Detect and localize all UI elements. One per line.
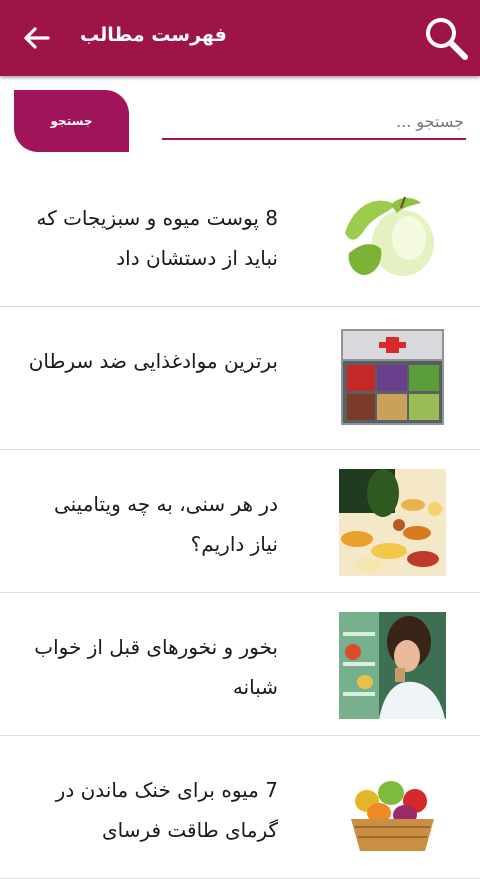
article-title: در هر سنی، به چه ویتامینی نیاز داریم؟	[53, 492, 278, 556]
list-item[interactable]: 7 میوه برای خنک ماندن در گرمای طاقت فرسا…	[0, 736, 480, 879]
search-input[interactable]	[162, 104, 466, 140]
article-title: برترین موادغذایی ضد سرطان	[28, 349, 278, 373]
list-item[interactable]: در هر سنی، به چه ویتامینی نیاز داریم؟	[0, 450, 480, 593]
page-title: فهرست مطالب	[80, 24, 227, 46]
woman-at-fridge-image	[339, 612, 446, 719]
search-row: جستجو	[0, 76, 480, 164]
article-title: بخور و نخورهای قبل از خواب شبانه	[34, 635, 278, 699]
article-title: 8 پوست میوه و سبزیجات که نباید از دستشان…	[36, 206, 278, 270]
peeled-apple-image	[339, 183, 446, 290]
list-item[interactable]: بخور و نخورهای قبل از خواب شبانه	[0, 593, 480, 736]
list-item[interactable]: برترین موادغذایی ضد سرطان	[0, 307, 480, 450]
list-item[interactable]: 8 پوست میوه و سبزیجات که نباید از دستشان…	[0, 164, 480, 307]
article-title: 7 میوه برای خنک ماندن در گرمای طاقت فرسا…	[55, 778, 278, 842]
article-list: 8 پوست میوه و سبزیجات که نباید از دستشان…	[0, 164, 480, 879]
vitamin-pills-image	[339, 469, 446, 576]
app-bar: فهرست مطالب	[0, 0, 480, 76]
food-box-image	[339, 326, 446, 433]
fruit-basket-image	[339, 755, 446, 862]
search-button[interactable]: جستجو	[14, 90, 129, 152]
arrow-left-icon[interactable]	[18, 20, 54, 56]
magnifier-icon[interactable]	[422, 14, 470, 62]
